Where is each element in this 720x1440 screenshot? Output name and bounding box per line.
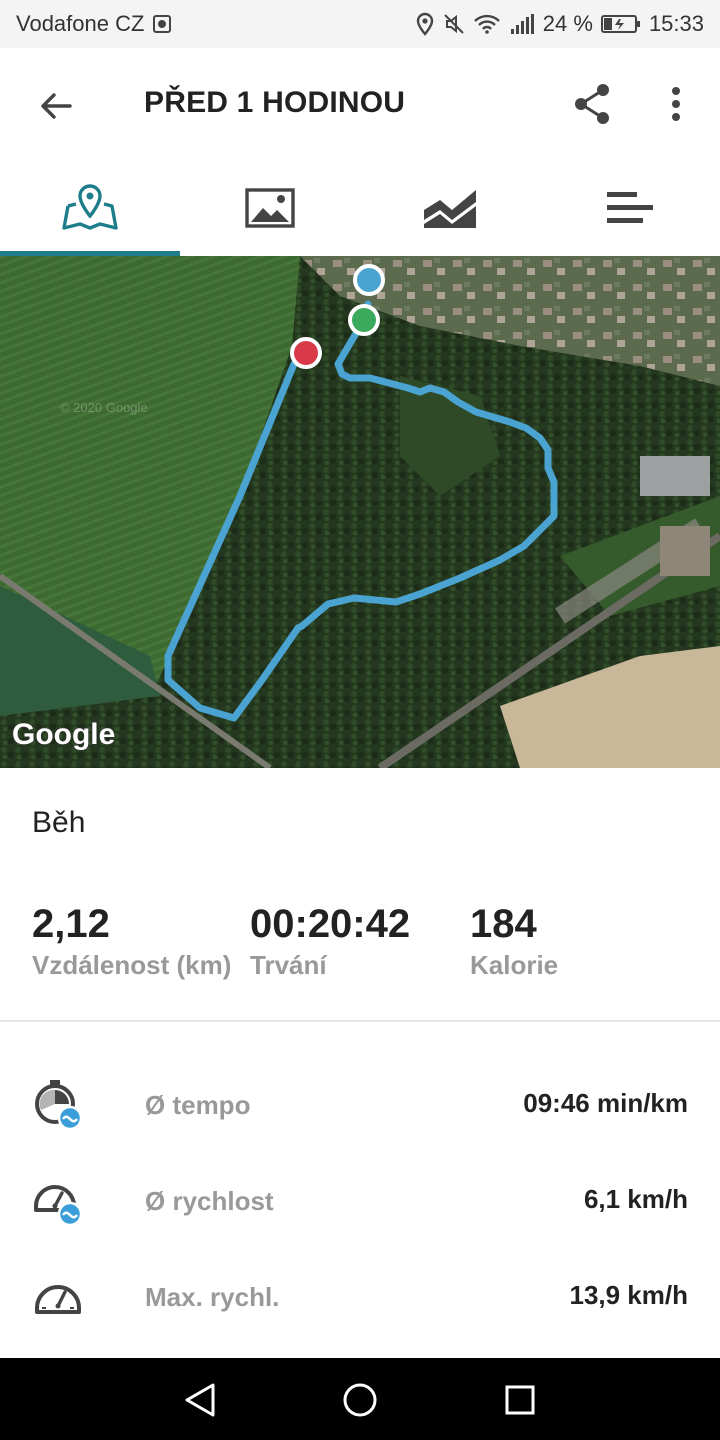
metric-value: 09:46 min/km [523,1088,688,1118]
divider [0,1020,720,1022]
nav-back-button[interactable] [178,1378,222,1422]
nav-recents-icon [505,1385,535,1415]
wifi-icon [473,13,501,35]
tab-photos[interactable] [180,160,360,256]
stat-calories: 184 Kalorie [470,900,558,981]
bars-icon [607,192,653,223]
signal-icon [509,13,535,35]
google-logo: Google [12,718,115,751]
stat-label: Kalorie [470,950,559,980]
nav-home-button[interactable] [338,1378,382,1422]
clock: 15:33 [648,11,704,36]
route-map[interactable]: © 2020 Google Google [0,256,720,768]
tab-stats[interactable] [540,160,720,256]
app-bar: PŘED 1 HODINOU [0,48,720,160]
share-button[interactable] [566,78,618,130]
metric-label: Max. rychl. [145,1282,280,1312]
map-pin-icon [62,184,118,230]
more-options-button[interactable] [656,78,696,130]
metric-value: 13,9 km/h [569,1280,688,1310]
screenshot-icon [152,14,172,34]
stat-duration: 00:20:42 Trvání [250,900,410,981]
activity-type: Běh [32,806,86,839]
stat-value: 00:20:42 [250,902,411,946]
speedometer-icon [35,1285,81,1314]
mute-icon [443,13,465,35]
stopwatch-icon [35,1080,83,1131]
route-end-marker[interactable] [353,264,385,296]
stat-value: 2,12 [32,902,110,946]
metric-label: Ø tempo [145,1090,251,1120]
metric-row-avg-pace: Ø tempo 09:46 min/km [0,1080,720,1160]
route-lap-marker[interactable] [290,337,322,369]
back-button[interactable] [30,80,82,132]
satellite-map[interactable]: © 2020 Google Google [0,256,720,768]
more-vert-icon [672,87,680,121]
nav-recents-button[interactable] [498,1378,542,1422]
page-title: PŘED 1 HODINOU [144,86,406,119]
tab-map[interactable] [0,160,180,256]
metric-row-max-speed: Max. rychl. 13,9 km/h [0,1272,720,1352]
summary-stats: 2,12 Vzdálenost (km) 00:20:42 Trvání 184… [0,900,720,990]
share-icon [575,84,609,124]
route-start-marker[interactable] [348,304,380,336]
stat-distance: 2,12 Vzdálenost (km) [32,900,231,981]
speedometer-avg-icon [34,1185,83,1227]
metric-row-avg-speed: Ø rychlost 6,1 km/h [0,1176,720,1256]
stat-value: 184 [470,902,537,946]
location-icon [415,12,435,36]
stat-label: Vzdálenost (km) [32,950,232,980]
battery-percent: 24 % [542,11,593,36]
status-bar: Vodafone CZ 24 % 15:33 [0,0,720,48]
nav-home-icon [343,1383,377,1417]
battery-icon [600,13,641,35]
stat-label: Trvání [250,950,327,980]
image-icon [245,188,295,228]
nav-back-icon [185,1383,215,1417]
map-watermark: © 2020 Google [60,400,148,415]
back-arrow-icon [41,93,72,119]
metric-value: 6,1 km/h [583,1184,688,1214]
area-chart-icon [424,190,476,228]
metric-label: Ø rychlost [145,1186,274,1216]
tab-chart[interactable] [360,160,540,256]
tab-bar [0,160,720,256]
carrier-name: Vodafone CZ [16,11,145,36]
system-nav-bar [0,1358,720,1440]
